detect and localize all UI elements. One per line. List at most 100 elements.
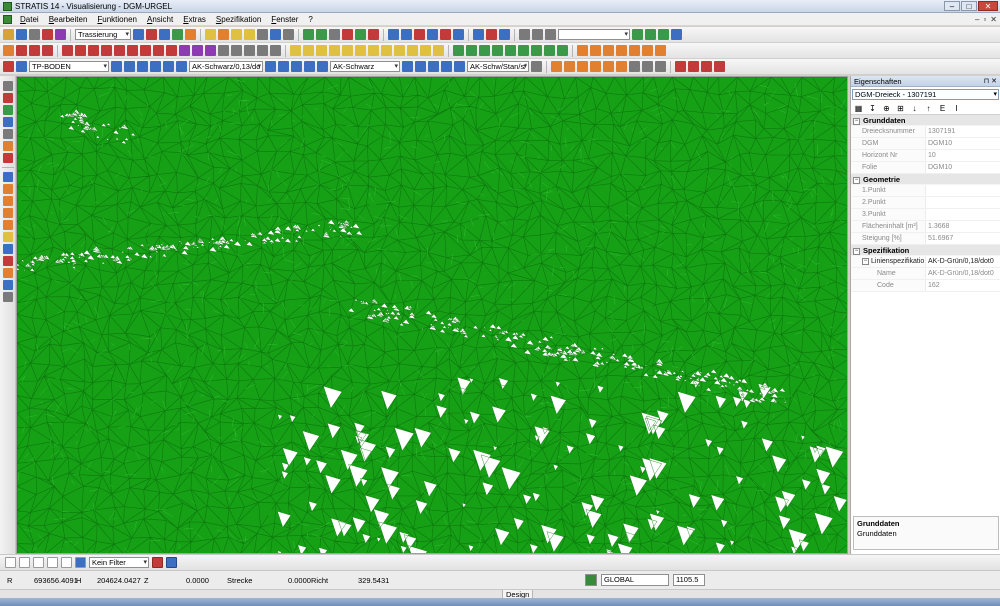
move-up-button[interactable]: ↑ [924, 104, 933, 113]
view-icon[interactable] [55, 29, 66, 40]
area-filter-icon[interactable] [33, 557, 44, 568]
screen-icon[interactable] [133, 29, 144, 40]
mesh-tool-icon[interactable] [479, 45, 490, 56]
menu-fenster[interactable]: Fenster [266, 15, 303, 24]
property-row[interactable]: 3.Punkt [851, 209, 1000, 221]
mesh-edit-icon[interactable] [466, 45, 477, 56]
redo-icon[interactable] [532, 29, 543, 40]
pan-icon[interactable] [486, 29, 497, 40]
block-insert-icon[interactable] [316, 45, 327, 56]
hexagon-icon[interactable] [394, 45, 405, 56]
pan-view-icon[interactable] [2, 129, 13, 139]
print-icon[interactable] [42, 29, 53, 40]
area-icon[interactable] [355, 45, 366, 56]
save-icon[interactable] [16, 29, 27, 40]
join-icon[interactable] [153, 45, 164, 56]
bar-chart-icon[interactable] [590, 45, 601, 56]
color-edit-icon[interactable] [278, 61, 289, 72]
undo-icon[interactable] [519, 29, 530, 40]
text-icon[interactable] [218, 45, 229, 56]
property-row[interactable]: Code 162 [851, 280, 1000, 292]
sheet-apply-icon[interactable] [616, 61, 627, 72]
selection-select[interactable]: DGM-Dreieck - 1307191 [852, 89, 999, 100]
snap-text-icon[interactable] [2, 244, 13, 254]
sheet-edit-icon[interactable] [564, 61, 575, 72]
stats-icon[interactable] [616, 45, 627, 56]
insert-icon[interactable] [29, 45, 40, 56]
block-icon[interactable] [290, 45, 301, 56]
arc-icon[interactable] [368, 29, 379, 40]
lightbulb-icon[interactable] [205, 29, 216, 40]
menu-spezifikation[interactable]: Spezifikation [211, 15, 266, 24]
object-filter-icon[interactable] [75, 557, 86, 568]
property-row[interactable]: 2.Punkt [851, 197, 1000, 209]
star-icon[interactable] [545, 29, 556, 40]
categorized-icon[interactable]: ▦ [854, 104, 863, 113]
plot-icon[interactable] [629, 45, 640, 56]
snap-arc-icon[interactable] [2, 268, 13, 278]
collapse-icon[interactable]: − [862, 257, 869, 265]
zoom-out-icon[interactable] [2, 93, 13, 103]
panel-icon[interactable] [427, 29, 438, 40]
plan-apply-icon[interactable] [714, 61, 725, 72]
report-icon[interactable] [440, 29, 451, 40]
zoom-extent-icon[interactable] [2, 105, 13, 115]
linetype-tool-icon[interactable] [402, 61, 413, 72]
triangle-mesh[interactable] [17, 77, 848, 554]
find-next-icon[interactable] [645, 29, 656, 40]
mdi-close-button[interactable]: ✕ [990, 15, 997, 24]
pen-icon[interactable] [101, 45, 112, 56]
layer-select-icon[interactable] [16, 61, 27, 72]
group-icon[interactable] [407, 45, 418, 56]
stretch-icon[interactable] [127, 45, 138, 56]
color-copy-icon[interactable] [291, 61, 302, 72]
edit-line-icon[interactable] [114, 45, 125, 56]
sheet-copy-icon[interactable] [577, 61, 588, 72]
export-button[interactable]: E [938, 104, 947, 113]
property-row[interactable]: Folie DGM10 [851, 162, 1000, 174]
info-button[interactable]: I [952, 104, 961, 113]
scale-field[interactable]: 1105.5 [673, 574, 705, 586]
menu-funktionen[interactable]: Funktionen [92, 15, 142, 24]
slope-icon[interactable] [518, 45, 529, 56]
drawing-canvas[interactable] [16, 76, 848, 554]
linetype-edit-icon[interactable] [415, 61, 426, 72]
snap-grid-icon[interactable] [2, 280, 13, 290]
survey-icon[interactable] [577, 45, 588, 56]
coordinate-system-icon[interactable] [585, 574, 597, 586]
menu-ansicht[interactable]: Ansicht [142, 15, 178, 24]
draw-icon[interactable] [172, 29, 183, 40]
color-pick-icon[interactable] [317, 61, 328, 72]
sheet-icon[interactable] [551, 61, 562, 72]
color-apply-icon[interactable] [304, 61, 315, 72]
sheet-tool-icon[interactable] [603, 61, 614, 72]
monitor-icon[interactable] [388, 29, 399, 40]
snap-point-icon[interactable] [2, 184, 13, 194]
property-group-row[interactable]: − Linienspezifikatio AK-D-Grün/0,18/dot0 [851, 256, 1000, 268]
menu-extras[interactable]: Extras [178, 15, 211, 24]
filter-clear-icon[interactable] [166, 557, 177, 568]
window-icon[interactable] [159, 29, 170, 40]
tool-icon[interactable] [146, 29, 157, 40]
collapse-icon[interactable]: − [853, 117, 860, 125]
image-filter-icon[interactable] [61, 557, 72, 568]
snap-angle-icon[interactable] [2, 256, 13, 266]
find-icon[interactable] [632, 29, 643, 40]
refresh-icon[interactable] [2, 141, 13, 151]
zoom-in-icon[interactable] [2, 81, 13, 91]
line-filter-icon[interactable] [19, 557, 30, 568]
point-icon[interactable] [303, 29, 314, 40]
alphabetical-icon[interactable]: ↧ [868, 104, 877, 113]
measure-icon[interactable] [283, 29, 294, 40]
section-grunddaten[interactable]: − Grunddaten [851, 115, 1000, 126]
linetype-settings-icon[interactable] [531, 61, 542, 72]
snap-line-icon[interactable] [2, 196, 13, 206]
search-combo[interactable] [558, 29, 630, 40]
property-row[interactable]: Steigung [%] 51.6967 [851, 233, 1000, 245]
section-icon[interactable] [557, 45, 568, 56]
object-icon[interactable] [342, 45, 353, 56]
pin-icon[interactable] [218, 29, 229, 40]
line-spec-apply-icon[interactable] [176, 61, 187, 72]
point-filter-icon[interactable] [5, 557, 16, 568]
layer-icon[interactable] [329, 29, 340, 40]
